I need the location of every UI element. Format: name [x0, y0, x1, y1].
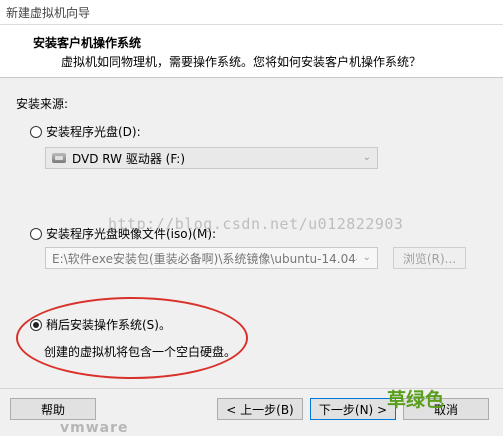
title-bar: 新建虚拟机向导 [0, 0, 503, 25]
help-button[interactable]: 帮助 [10, 398, 96, 420]
install-source-label: 安装来源: [16, 97, 69, 111]
radio-button[interactable] [30, 227, 42, 240]
wizard-header: 安装客户机操作系统 虚拟机如同物理机，需要操作系统。您将如何安装客户机操作系统？ [0, 25, 503, 78]
dropdown-chevron-icon[interactable]: ⌄ [363, 152, 371, 163]
url-watermark: http://blog.csdn.net/u012822903 [108, 215, 404, 233]
radio-disc-drive-label: 安装程序光盘(D): [46, 125, 141, 139]
dropdown-chevron-icon[interactable]: ⌄ [363, 252, 371, 263]
annotation-ellipse [16, 297, 248, 379]
window-title: 新建虚拟机向导 [6, 6, 91, 20]
disc-drive-value: DVD RW 驱动器 (F:) [72, 151, 186, 166]
next-button[interactable]: 下一步(N) > [310, 398, 396, 420]
radio-button[interactable] [30, 125, 42, 138]
radio-disc-drive[interactable]: 安装程序光盘(D): [30, 123, 141, 140]
page-title: 安装客户机操作系统 [33, 36, 142, 50]
vmware-logo: vmware [60, 420, 129, 436]
back-button[interactable]: < 上一步(B) [217, 398, 303, 420]
iso-path-value: E:\软件exe安装包(重装必备啊)\系统镜像\ubuntu-14.04-d [52, 251, 357, 266]
stamp-text: 草绿色 [387, 389, 445, 411]
iso-path-combo[interactable]: E:\软件exe安装包(重装必备啊)\系统镜像\ubuntu-14.04-d ⌄ [45, 247, 378, 269]
disc-drive-icon [52, 153, 66, 163]
disc-drive-select[interactable]: DVD RW 驱动器 (F:) ⌄ [45, 147, 378, 169]
browse-button[interactable]: 浏览(R)... [393, 247, 466, 269]
page-subtitle: 虚拟机如同物理机，需要操作系统。您将如何安装客户机操作系统？ [61, 55, 422, 69]
